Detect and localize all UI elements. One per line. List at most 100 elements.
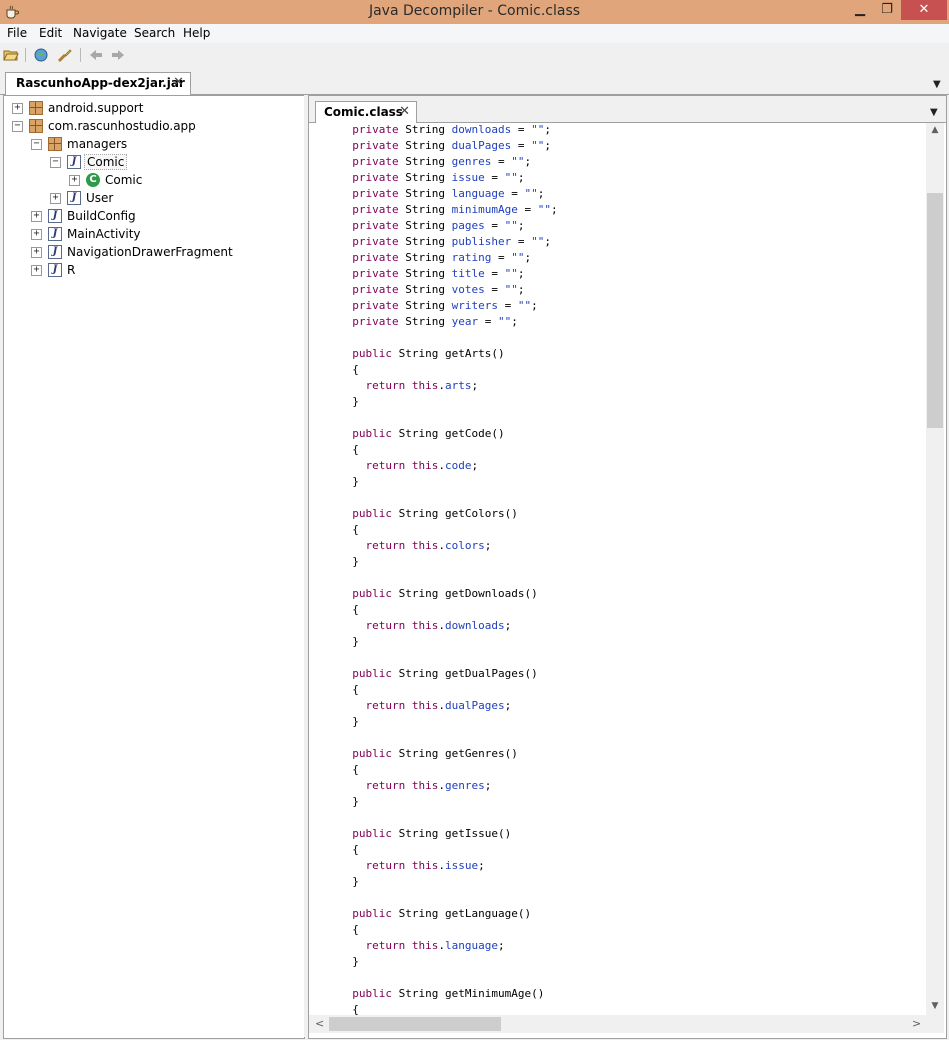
- expand-toggle[interactable]: +: [31, 211, 42, 222]
- code-line: private String dualPages = "";: [352, 139, 551, 152]
- java-file-icon: J: [48, 263, 62, 277]
- code-line: public String getMinimumAge(): [352, 987, 545, 1000]
- window-title: Java Decompiler - Comic.class: [368, 3, 581, 19]
- vertical-scroll-thumb[interactable]: [927, 193, 943, 428]
- tab-jar-file[interactable]: RascunhoApp-dex2jar.jar ✕: [5, 72, 191, 95]
- collapse-toggle[interactable]: −: [31, 139, 42, 150]
- expand-toggle[interactable]: +: [50, 193, 61, 204]
- open-type-icon[interactable]: [33, 47, 49, 63]
- code-line: }: [339, 555, 359, 568]
- code-line: {: [339, 683, 359, 696]
- minimize-button[interactable]: ▁: [845, 0, 875, 20]
- expand-toggle[interactable]: +: [69, 175, 80, 186]
- close-tab-icon[interactable]: ✕: [173, 75, 184, 90]
- expand-toggle[interactable]: +: [31, 229, 42, 240]
- code-line: private String title = "";: [352, 267, 525, 280]
- open-file-icon[interactable]: [3, 47, 19, 63]
- menu-file[interactable]: File: [7, 26, 27, 40]
- code-line: return this.downloads;: [365, 619, 512, 632]
- code-line: private String downloads = "";: [352, 123, 551, 136]
- toolbar-separator: [25, 48, 26, 62]
- tree-node-label: com.rascunhostudio.app: [48, 119, 196, 133]
- code-line: return this.issue;: [365, 859, 485, 872]
- search-icon[interactable]: [57, 47, 73, 63]
- code-line: private String writers = "";: [352, 299, 538, 312]
- tree-node-label: NavigationDrawerFragment: [67, 245, 233, 259]
- menu-help[interactable]: Help: [183, 26, 210, 40]
- tab-comic-class[interactable]: Comic.class ✕: [315, 101, 417, 123]
- code-line: public String getIssue(): [352, 827, 512, 840]
- editor-tab-list-dropdown-icon[interactable]: ▼: [930, 107, 938, 118]
- scroll-corner: [926, 1015, 944, 1033]
- code-line: {: [339, 443, 359, 456]
- expand-toggle[interactable]: +: [31, 265, 42, 276]
- collapse-toggle[interactable]: −: [50, 157, 61, 168]
- scroll-up-icon[interactable]: ▲: [926, 125, 944, 135]
- code-line: return this.genres;: [365, 779, 492, 792]
- code-line: {: [339, 843, 359, 856]
- menu-edit[interactable]: Edit: [39, 26, 62, 40]
- close-tab-icon[interactable]: ✕: [399, 104, 410, 119]
- maximize-button[interactable]: ❐: [872, 0, 902, 20]
- code-line: {: [339, 923, 359, 936]
- menu-navigate[interactable]: Navigate: [73, 26, 127, 40]
- code-line: return this.language;: [365, 939, 505, 952]
- code-line: public String getDownloads(): [352, 587, 538, 600]
- back-arrow-icon[interactable]: [88, 47, 104, 63]
- code-line: }: [339, 635, 359, 648]
- code-line: private String votes = "";: [352, 283, 525, 296]
- vertical-scrollbar[interactable]: ▲ ▼: [926, 123, 944, 1015]
- java-file-icon: J: [48, 209, 62, 223]
- expand-toggle[interactable]: +: [12, 103, 23, 114]
- class-icon: C: [86, 173, 100, 187]
- code-line: public String getLanguage(): [352, 907, 532, 920]
- tree-node-label: BuildConfig: [67, 209, 136, 223]
- close-button[interactable]: ✕: [901, 0, 947, 20]
- java-file-icon: J: [48, 227, 62, 241]
- package-icon: [48, 137, 62, 151]
- code-line: public String getGenres(): [352, 747, 518, 760]
- code-line: private String rating = "";: [352, 251, 532, 264]
- jar-tab-strip: RascunhoApp-dex2jar.jar ✕ ▼: [0, 68, 949, 95]
- tree-node-label: MainActivity: [67, 227, 141, 241]
- code-line: public String getArts(): [352, 347, 505, 360]
- tree-node-label: android.support: [48, 101, 144, 115]
- code-view[interactable]: private String downloads = ""; private S…: [309, 123, 926, 1015]
- code-line: {: [339, 363, 359, 376]
- scroll-right-icon[interactable]: >: [912, 1017, 921, 1030]
- tree-node-label: User: [86, 191, 114, 205]
- tree-node-label: Comic: [105, 173, 143, 187]
- code-line: {: [339, 523, 359, 536]
- scroll-down-icon[interactable]: ▼: [926, 1001, 944, 1011]
- code-line: return this.dualPages;: [365, 699, 512, 712]
- code-line: private String pages = "";: [352, 219, 525, 232]
- tree-node-label: managers: [67, 137, 128, 151]
- scroll-left-icon[interactable]: <: [315, 1017, 324, 1030]
- code-line: return this.arts;: [365, 379, 479, 392]
- java-file-icon: J: [67, 155, 81, 169]
- expand-toggle[interactable]: +: [31, 247, 42, 258]
- menu-search[interactable]: Search: [134, 26, 175, 40]
- code-line: {: [339, 1003, 359, 1015]
- code-line: return this.code;: [365, 459, 479, 472]
- code-line: private String genres = "";: [352, 155, 532, 168]
- collapse-toggle[interactable]: −: [12, 121, 23, 132]
- panel-splitter[interactable]: [304, 95, 307, 1037]
- code-line: private String minimumAge = "";: [352, 203, 558, 216]
- forward-arrow-icon[interactable]: [110, 47, 126, 63]
- horizontal-scrollbar[interactable]: < >: [309, 1015, 926, 1033]
- editor-panel: Comic.class ✕ ▼ private String downloads…: [308, 95, 947, 1039]
- code-line: {: [339, 763, 359, 776]
- editor-tab-strip: Comic.class ✕ ▼: [309, 96, 946, 123]
- tab-list-dropdown-icon[interactable]: ▼: [933, 79, 941, 90]
- tab-comic-class-label: Comic.class: [324, 105, 403, 119]
- code-line: }: [339, 795, 359, 808]
- code-line: }: [339, 955, 359, 968]
- toolbar-separator: [80, 48, 81, 62]
- horizontal-scroll-thumb[interactable]: [329, 1017, 501, 1031]
- package-icon: [29, 101, 43, 115]
- code-line: public String getColors(): [352, 507, 518, 520]
- java-file-icon: J: [67, 191, 81, 205]
- code-line: public String getDualPages(): [352, 667, 538, 680]
- tree-node-label: R: [67, 263, 76, 277]
